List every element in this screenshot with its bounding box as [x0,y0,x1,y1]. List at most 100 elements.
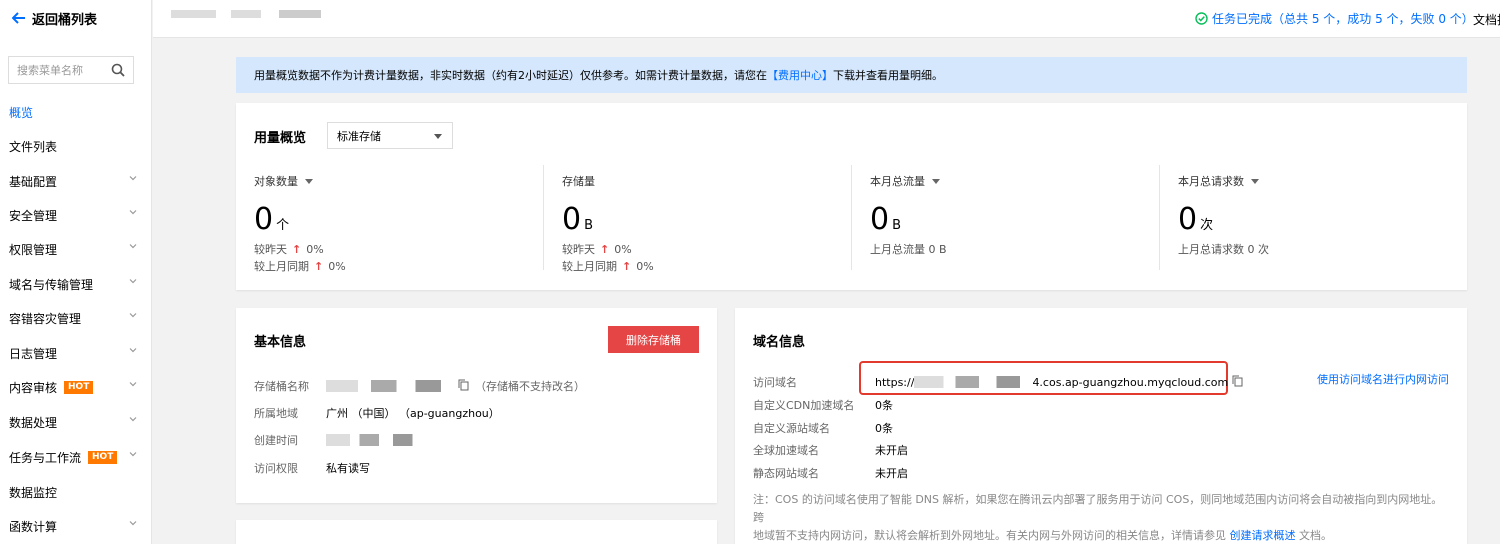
usage-stat: 本月总流量 0 B 上月总流量 0 B [852,165,1152,275]
back-to-bucket-list[interactable]: 返回桶列表 [12,8,97,28]
arrow-up-icon: ↑ [314,259,324,273]
chevron-down-icon [129,452,137,457]
stat-compare-pct: 0% [306,242,324,256]
sidebar-item-label: 任务与工作流 [9,450,82,465]
access-permission-row: 访问权限 私有读写 [254,460,370,476]
chevron-down-icon [129,348,137,353]
stat-compare: 上月总流量 0 B [870,241,947,257]
arrow-up-icon: ↑ [622,259,632,273]
usage-stat: 存储量 0 B 较昨天 ↑ 0% 较上月同期 ↑ 0% [544,165,844,275]
top-bar: 任务已完成（总共 5 个，成功 5 个，失败 0 个） 文档指 [153,0,1500,38]
billing-center-link[interactable]: 【费用中心】 [767,67,833,83]
sidebar-item[interactable]: 函数计算 [0,514,151,538]
stat-compare: 较上月同期 ↑ 0% [254,258,346,274]
chevron-down-icon [129,176,137,181]
stat-divider [543,165,544,270]
stat-compare: 上月总请求数 0 次 [1178,241,1269,257]
search-icon[interactable] [111,63,125,77]
region-value: 广州 （中国） （ap-guangzhou） [326,407,500,420]
stat-compare-text: 较昨天 [562,243,595,256]
stat-compare-pct: 0% [328,259,346,273]
chevron-down-icon [129,279,137,284]
domain-row: 静态网站域名 未开启 [753,465,908,481]
stat-label[interactable]: 本月总流量 [870,173,940,189]
domain-row-key: 全球加速域名 [753,444,819,457]
sidebar-item-label: 安全管理 [9,208,58,223]
bucket-name-redacted [171,10,321,18]
stat-value: 0个 [254,201,289,245]
sidebar-item[interactable]: 任务与工作流 HOT [0,445,151,469]
stat-compare-pct: 0% [614,242,632,256]
caret-down-icon [434,134,442,139]
stat-label[interactable]: 对象数量 [254,173,313,189]
created-time-key: 创建时间 [254,434,298,447]
storage-type-select[interactable]: 标准存储 [327,122,453,149]
menu-search-input[interactable]: 搜索菜单名称 [8,56,134,84]
hot-badge: HOT [88,450,118,464]
stat-label[interactable]: 本月总请求数 [1178,173,1259,189]
copy-icon[interactable] [1232,375,1243,390]
task-status-text: 任务已完成（总共 5 个，成功 5 个，失败 0 个） [1212,12,1474,26]
access-domain-redacted [914,376,1033,388]
check-circle-icon [1195,12,1208,25]
dns-note-line2-after: 文档。 [1299,529,1332,542]
stat-compare-text: 较上月同期 [562,260,617,273]
sidebar-item-label: 容错容灾管理 [9,311,82,326]
copy-icon[interactable] [458,379,469,394]
sidebar-item[interactable]: 权限管理 [0,237,151,261]
usage-overview-card: 用量概览 标准存储 对象数量 0 个较昨天 ↑ 0% 较上月同期 ↑ 0% 存储量 0 B 较昨天 ↑ 0… [236,103,1467,290]
access-domain-suffix: 4.cos.ap-guangzhou.myqcloud.com [1032,375,1229,389]
stat-label: 存储量 [562,173,595,189]
sidebar-item[interactable]: 数据处理 [0,410,151,434]
caret-down-icon [305,178,313,184]
sidebar-item[interactable]: 日志管理 [0,341,151,365]
stat-compare: 较昨天 ↑ 0% [254,241,324,257]
request-overview-link[interactable]: 创建请求概述 [1230,529,1296,542]
sidebar-item-label: 数据处理 [9,415,58,430]
domain-row-key: 静态网站域名 [753,466,819,480]
sidebar-item[interactable]: 安全管理 [0,203,151,227]
sidebar-item[interactable]: 数据监控 [0,480,151,504]
storage-type-value: 标准存储 [337,129,381,143]
sidebar-item-label: 内容审核 [9,380,58,395]
access-permission-key: 访问权限 [254,462,298,475]
sidebar-item[interactable]: 域名与传输管理 [0,272,151,296]
domain-row-key: 自定义CDN加速域名 [753,399,855,412]
domain-info-title: 域名信息 [753,335,806,350]
doc-link[interactable]: 文档指 [1473,11,1500,28]
next-card [236,520,717,544]
stat-compare-text: 较昨天 [254,243,287,256]
basic-info-card: 基本信息 删除存储桶 存储桶名称 （存储桶不支持改名） 所属地域 广州 （中国）… [236,308,717,503]
chevron-down-icon [129,244,137,249]
notice-text-after: 下载并查看用量明细。 [833,69,943,82]
sidebar-item-label: 日志管理 [9,346,58,361]
domain-row-key: 自定义源站域名 [753,421,830,435]
sidebar: 返回桶列表 搜索菜单名称 概览文件列表基础配置安全管理权限管理域名与传输管理 容错… [0,0,152,544]
sidebar-item-label: 概览 [9,105,34,120]
stat-value: 0次 [1178,201,1213,245]
sidebar-item[interactable]: 文件列表 [0,134,151,158]
sidebar-item[interactable]: 容错容灾管理 [0,306,151,330]
stat-number: 0 [254,202,274,237]
sidebar-item[interactable]: 内容审核 HOT [0,375,151,399]
intranet-access-link[interactable]: 使用访问域名进行内网访问 [1317,371,1449,387]
access-domain-row: 访问域名 https:// 4.cos.ap-guangzhou.myqclou… [753,374,1243,390]
caret-down-icon [1251,178,1259,184]
domain-row-value: 0条 [875,421,893,435]
chevron-down-icon [129,521,137,526]
sidebar-item[interactable]: 概览 [0,100,151,124]
delete-bucket-button[interactable]: 删除存储桶 [608,326,699,353]
sidebar-item-label: 函数计算 [9,519,58,534]
task-status[interactable]: 任务已完成（总共 5 个，成功 5 个，失败 0 个） [1195,10,1474,27]
domain-row-value: 未开启 [875,444,908,457]
back-label: 返回桶列表 [32,12,98,28]
sidebar-item-label: 权限管理 [9,242,58,257]
stat-unit: 次 [1200,218,1214,233]
sidebar-item[interactable]: 基础配置 [0,169,151,193]
stat-value: 0B [562,201,593,245]
dns-note: 注：COS 的访问域名使用了智能 DNS 解析，如果您在腾讯云内部署了服务用于访… [753,491,1453,544]
sidebar-item-label: 域名与传输管理 [9,277,94,292]
dns-note-line2-before: 地域暂不支持内网访问，默认将会解析到外网地址。有关内网与外网访问的相关信息，详情… [753,529,1226,542]
arrow-up-icon: ↑ [292,242,302,256]
sidebar-item-label: 文件列表 [9,139,58,154]
